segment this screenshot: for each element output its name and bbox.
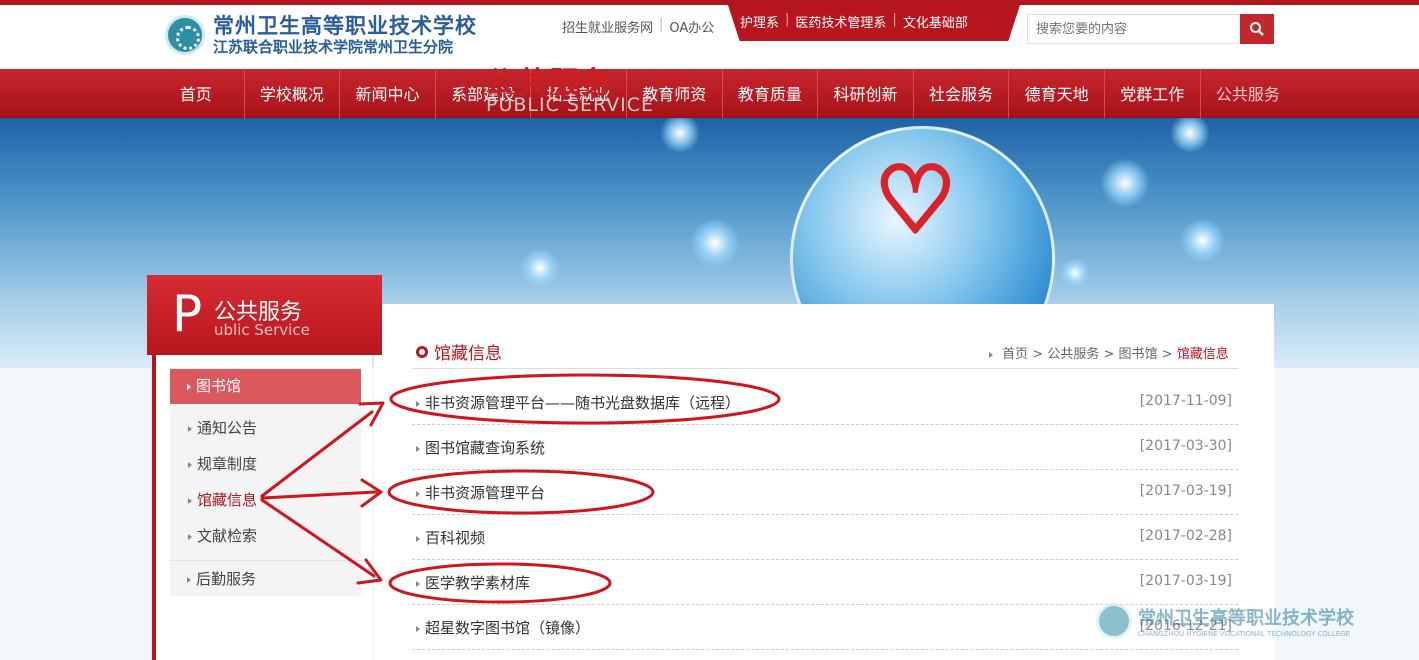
annotation-circle xyxy=(387,469,655,515)
annotation-circle xyxy=(389,373,781,425)
annotation-overlay xyxy=(260,373,781,604)
annotation-circle xyxy=(388,562,612,604)
annotation-arrow xyxy=(260,498,383,585)
